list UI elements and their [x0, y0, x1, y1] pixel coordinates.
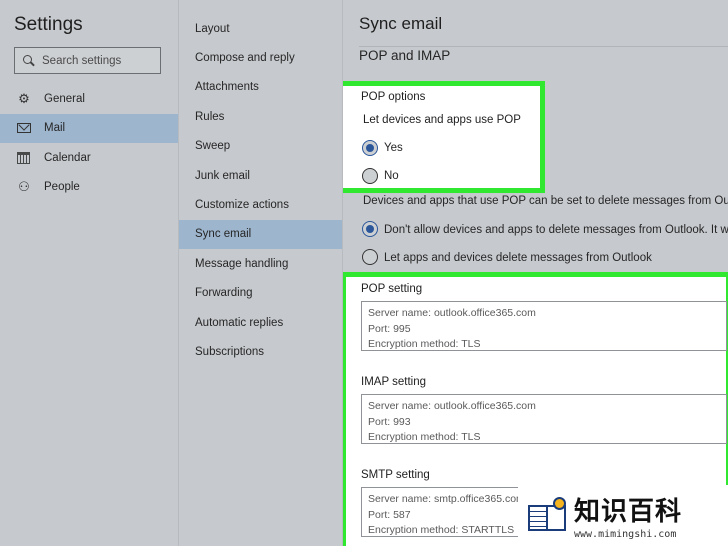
- pop-yes-label: Yes: [384, 142, 403, 154]
- nav-item-message-handling[interactable]: Message handling: [179, 249, 343, 278]
- mail-settings-nav: Layout Compose and reply Attachments Rul…: [178, 0, 343, 546]
- people-icon: ⚇: [18, 179, 30, 195]
- nav-item-rules[interactable]: Rules: [179, 102, 343, 131]
- pop-server-name: Server name: outlook.office365.com: [368, 307, 536, 319]
- primary-nav: ⚙ General Mail Calendar ⚇ People: [0, 84, 178, 202]
- nav-item-automatic-replies[interactable]: Automatic replies: [179, 308, 343, 337]
- imap-setting-box: Server name: outlook.office365.com Port:…: [361, 394, 727, 444]
- nav-item-label: Calendar: [44, 151, 91, 164]
- search-icon: [23, 54, 35, 67]
- pop-options-heading: POP options: [361, 91, 426, 103]
- nav-item-sync-email[interactable]: Sync email: [179, 219, 343, 250]
- nav-item-sweep[interactable]: Sweep: [179, 132, 343, 161]
- nav-item-people[interactable]: ⚇ People: [0, 173, 178, 203]
- nav-item-calendar[interactable]: Calendar: [0, 143, 178, 173]
- search-placeholder: Search settings: [42, 54, 122, 67]
- dont-allow-delete-label: Don't allow devices and apps to delete m…: [384, 224, 728, 236]
- pop-no-label: No: [384, 170, 399, 182]
- mail-icon: [17, 123, 31, 134]
- nav-item-layout[interactable]: Layout: [179, 14, 343, 43]
- watermark-url: www.mimingshi.com: [574, 529, 677, 540]
- sync-email-panel: Sync email POP and IMAP POP options Let …: [342, 0, 728, 546]
- delete-description: Devices and apps that use POP can be set…: [363, 195, 728, 207]
- nav-item-junk-email[interactable]: Junk email: [179, 161, 343, 190]
- nav-item-general[interactable]: ⚙ General: [0, 84, 178, 114]
- pop-yes-radio[interactable]: [362, 140, 378, 156]
- nav-item-compose-and-reply[interactable]: Compose and reply: [179, 43, 343, 72]
- pop-setting-box: Server name: outlook.office365.com Port:…: [361, 301, 727, 351]
- settings-sidebar: Settings Search settings ⚙ General Mail …: [0, 0, 178, 546]
- nav-item-attachments[interactable]: Attachments: [179, 73, 343, 102]
- pop-setting-heading: POP setting: [361, 283, 423, 295]
- imap-setting-heading: IMAP setting: [361, 376, 426, 388]
- gear-icon: ⚙: [18, 90, 30, 106]
- nav-item-forwarding[interactable]: Forwarding: [179, 279, 343, 308]
- calendar-icon: [17, 151, 30, 164]
- imap-port: Port: 993: [368, 415, 411, 428]
- imap-encryption: Encryption method: TLS: [368, 431, 481, 443]
- allow-delete-label: Let apps and devices delete messages fro…: [384, 252, 652, 264]
- nav-item-label: General: [44, 92, 85, 105]
- nav-item-subscriptions[interactable]: Subscriptions: [179, 337, 343, 366]
- section-subtitle: POP and IMAP: [359, 48, 451, 63]
- title-divider: [359, 46, 728, 47]
- nav-item-label: Mail: [44, 122, 66, 135]
- pop-question-label: Let devices and apps use POP: [363, 114, 521, 126]
- imap-server-name: Server name: outlook.office365.com: [368, 400, 536, 412]
- pop-no-radio[interactable]: [362, 168, 378, 184]
- allow-delete-radio[interactable]: [362, 249, 378, 265]
- pop-encryption: Encryption method: TLS: [368, 338, 481, 350]
- nav-item-customize-actions[interactable]: Customize actions: [179, 190, 343, 219]
- nav-item-mail[interactable]: Mail: [0, 113, 178, 143]
- page-title: Sync email: [359, 14, 443, 33]
- book-bulb-icon: [528, 496, 568, 533]
- search-input[interactable]: Search settings: [14, 47, 161, 74]
- pop-port: Port: 995: [368, 322, 411, 335]
- smtp-setting-heading: SMTP setting: [361, 469, 430, 481]
- dont-allow-delete-radio[interactable]: [362, 221, 378, 237]
- settings-title: Settings: [14, 14, 83, 35]
- watermark-logo: 知识百科 www.mimingshi.com: [518, 485, 728, 546]
- nav-item-label: People: [44, 181, 80, 194]
- secondary-nav: Layout Compose and reply Attachments Rul…: [179, 14, 343, 367]
- watermark-title: 知识百科: [574, 497, 683, 527]
